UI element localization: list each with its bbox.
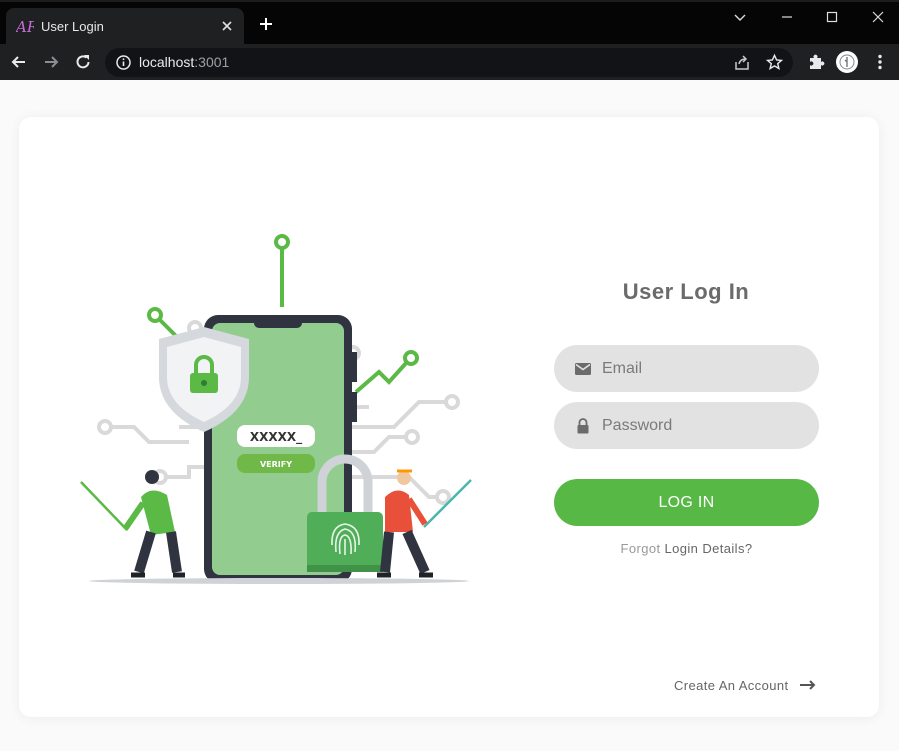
minimize-icon[interactable]	[776, 6, 798, 28]
forgot-prefix: Forgot	[620, 541, 661, 556]
close-window-icon[interactable]	[867, 6, 889, 28]
email-field-wrapper[interactable]	[554, 345, 819, 392]
reload-icon[interactable]	[73, 52, 93, 72]
new-tab-plus-icon[interactable]	[256, 14, 276, 34]
verify-label: VERIFY	[260, 460, 292, 469]
app-logo-icon: AR	[16, 18, 34, 35]
login-card: XXXXX_ VERIFY User Log In Email LOG IN F…	[19, 117, 879, 717]
password-input[interactable]	[602, 402, 802, 449]
url-text[interactable]: localhost:3001	[139, 54, 229, 70]
tab-title: User Login	[41, 19, 104, 34]
browser-tab[interactable]: AR User Login	[6, 8, 244, 44]
password-field-wrapper[interactable]	[554, 402, 819, 449]
svg-text:AR: AR	[16, 18, 34, 35]
security-illustration: XXXXX_ VERIFY	[80, 234, 472, 584]
site-info-icon[interactable]	[115, 54, 132, 71]
envelope-icon	[575, 363, 591, 375]
tab-search-chevron-icon[interactable]	[729, 6, 751, 28]
bookmark-star-icon[interactable]	[765, 53, 784, 72]
share-icon[interactable]	[733, 54, 751, 72]
forgot-login-link[interactable]: Login Details?	[665, 541, 753, 556]
forgot-login-text: Forgot Login Details?	[554, 541, 819, 556]
fingerprint-icon	[331, 523, 360, 555]
create-account-link[interactable]: Create An Account	[674, 678, 788, 693]
person-right-figure	[377, 469, 472, 578]
otp-text: XXXXX_	[250, 430, 302, 445]
phone-notch	[254, 318, 302, 328]
browser-titlebar: AR User Login	[0, 0, 899, 44]
login-title: User Log In	[622, 279, 750, 304]
person-left-figure	[80, 470, 185, 578]
arrow-right-icon[interactable]	[799, 678, 817, 692]
email-input[interactable]	[602, 345, 802, 392]
url-port: :3001	[194, 54, 230, 70]
browser-toolbar: localhost:3001	[0, 44, 899, 80]
login-button[interactable]: LOG IN	[554, 479, 819, 526]
profile-icon	[839, 54, 855, 70]
extensions-puzzle-icon[interactable]	[806, 52, 826, 72]
ground-shadow	[89, 578, 469, 584]
forward-arrow-icon[interactable]	[41, 52, 61, 72]
maximize-icon[interactable]	[821, 6, 843, 28]
url-host: localhost	[139, 54, 195, 70]
profile-avatar[interactable]	[836, 51, 858, 73]
address-bar[interactable]: localhost:3001	[105, 48, 793, 77]
lock-icon	[577, 418, 589, 434]
titlebar-top-line	[0, 0, 899, 2]
browser-menu-icon[interactable]	[870, 52, 890, 72]
page-content: XXXXX_ VERIFY User Log In Email LOG IN F…	[0, 80, 899, 751]
tab-close-icon[interactable]	[218, 17, 236, 35]
back-arrow-icon[interactable]	[9, 52, 29, 72]
